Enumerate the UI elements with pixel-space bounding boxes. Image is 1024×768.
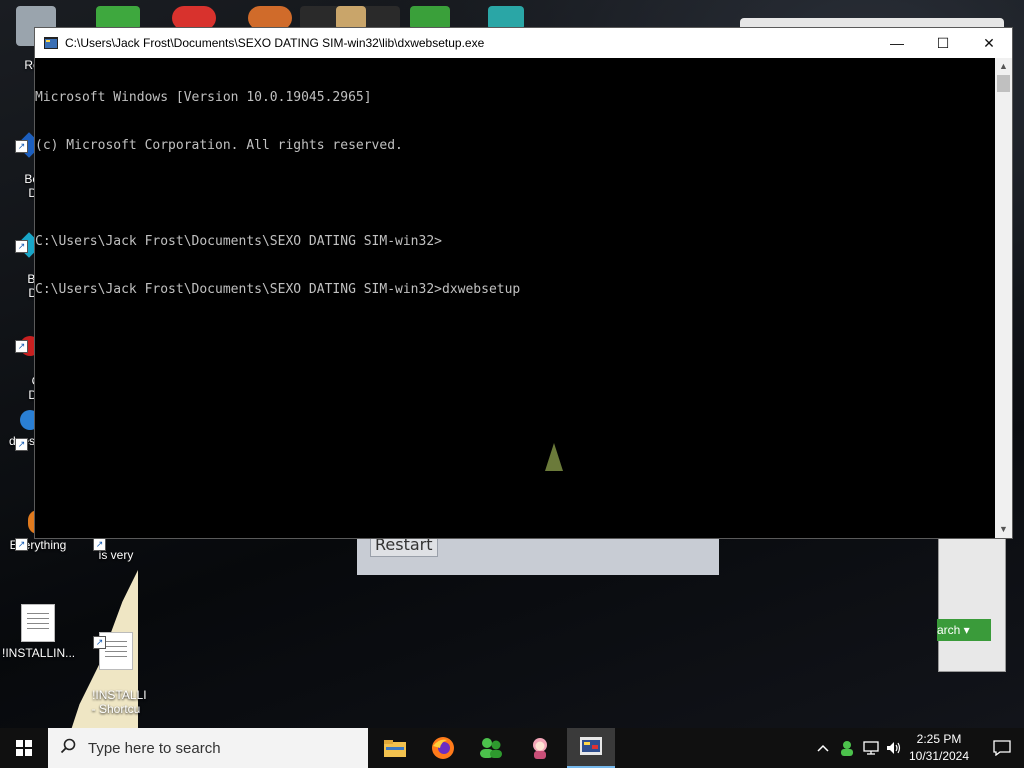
user-status-icon: [841, 741, 853, 756]
tray-network[interactable]: [860, 728, 882, 768]
background-dialog: Restart: [357, 533, 719, 575]
console-line: (c) Microsoft Corporation. All rights re…: [35, 138, 403, 153]
file-explorer-icon: [384, 740, 406, 757]
shortcut-arrow-icon: ↗: [93, 636, 106, 649]
shortcut-arrow-icon: ↗: [15, 340, 28, 353]
search-button-label: arch: [937, 623, 961, 637]
search-button[interactable]: arch ▾: [937, 619, 991, 641]
shortcut-arrow-icon: ↗: [15, 140, 28, 153]
taskbar-search[interactable]: Type here to search: [48, 728, 368, 768]
taskbar-dxwebsetup[interactable]: [567, 728, 615, 768]
shortcut-arrow-icon: ↗: [93, 538, 106, 551]
tray-user-status[interactable]: [836, 728, 858, 768]
shortcut-arrow-icon: ↗: [15, 438, 28, 451]
notification-icon: [993, 740, 1011, 756]
close-button[interactable]: ✕: [966, 28, 1012, 58]
maximize-icon: ☐: [936, 34, 950, 51]
action-center-button[interactable]: [980, 728, 1024, 768]
desktop-icon-label: !INSTALLI - Shortcu: [91, 688, 147, 716]
users-icon: [480, 738, 502, 758]
console-line: C:\Users\Jack Frost\Documents\SEXO DATIN…: [35, 282, 521, 297]
taskbar: Type here to search 2:25 PM 10/31/2024: [0, 728, 1024, 768]
dxwebsetup-icon: [580, 737, 602, 755]
console-line: Microsoft Windows [Version 10.0.19045.29…: [35, 90, 372, 105]
show-hidden-icons-chevron[interactable]: [812, 728, 834, 768]
scroll-up-icon[interactable]: ▲: [995, 58, 1012, 75]
close-icon: ✕: [983, 34, 995, 51]
taskbar-clock[interactable]: 2:25 PM 10/31/2024: [900, 731, 978, 765]
vertical-scrollbar[interactable]: ▲ ▼: [995, 58, 1012, 538]
taskbar-users-app[interactable]: [467, 728, 515, 768]
minimize-button[interactable]: —: [874, 28, 920, 58]
chevron-up-icon: [817, 744, 829, 752]
console-app-icon: [44, 37, 58, 49]
clock-time: 2:25 PM: [916, 732, 962, 746]
search-placeholder: Type here to search: [88, 740, 221, 757]
minimize-icon: —: [890, 35, 904, 51]
taskbar-firefox[interactable]: [419, 728, 467, 768]
console-title: C:\Users\Jack Frost\Documents\SEXO DATIN…: [65, 36, 485, 50]
anime-girl-icon: [533, 738, 547, 759]
scroll-down-icon[interactable]: ▼: [995, 521, 1012, 538]
console-titlebar[interactable]: C:\Users\Jack Frost\Documents\SEXO DATIN…: [35, 28, 1012, 58]
console-output[interactable]: Microsoft Windows [Version 10.0.19045.29…: [35, 58, 995, 536]
shortcut-arrow-icon: ↗: [15, 538, 28, 551]
background-window: arch ▾: [937, 530, 1006, 672]
text-document-icon: [21, 604, 55, 642]
desktop-icon-installing-shortcut[interactable]: !INSTALLI - Shortcu: [80, 604, 152, 716]
maximize-button[interactable]: ☐: [920, 28, 966, 58]
desktop-icon-installing[interactable]: !INSTALLIN...: [2, 604, 76, 660]
console-window[interactable]: C:\Users\Jack Frost\Documents\SEXO DATIN…: [34, 27, 1013, 539]
network-icon: [863, 741, 879, 755]
taskbar-anime-app[interactable]: [516, 728, 564, 768]
search-icon: [60, 738, 76, 754]
mouse-cursor-shape: [545, 443, 563, 471]
windows-logo-icon: [16, 740, 32, 756]
firefox-icon: [432, 737, 454, 759]
desktop-icon-label: !INSTALLIN...: [2, 646, 76, 660]
clock-date: 10/31/2024: [908, 749, 970, 763]
start-button[interactable]: [0, 728, 48, 768]
taskbar-file-explorer[interactable]: [371, 728, 419, 768]
shortcut-arrow-icon: ↗: [15, 240, 28, 253]
scroll-thumb[interactable]: [997, 75, 1010, 92]
console-line: C:\Users\Jack Frost\Documents\SEXO DATIN…: [35, 234, 442, 249]
